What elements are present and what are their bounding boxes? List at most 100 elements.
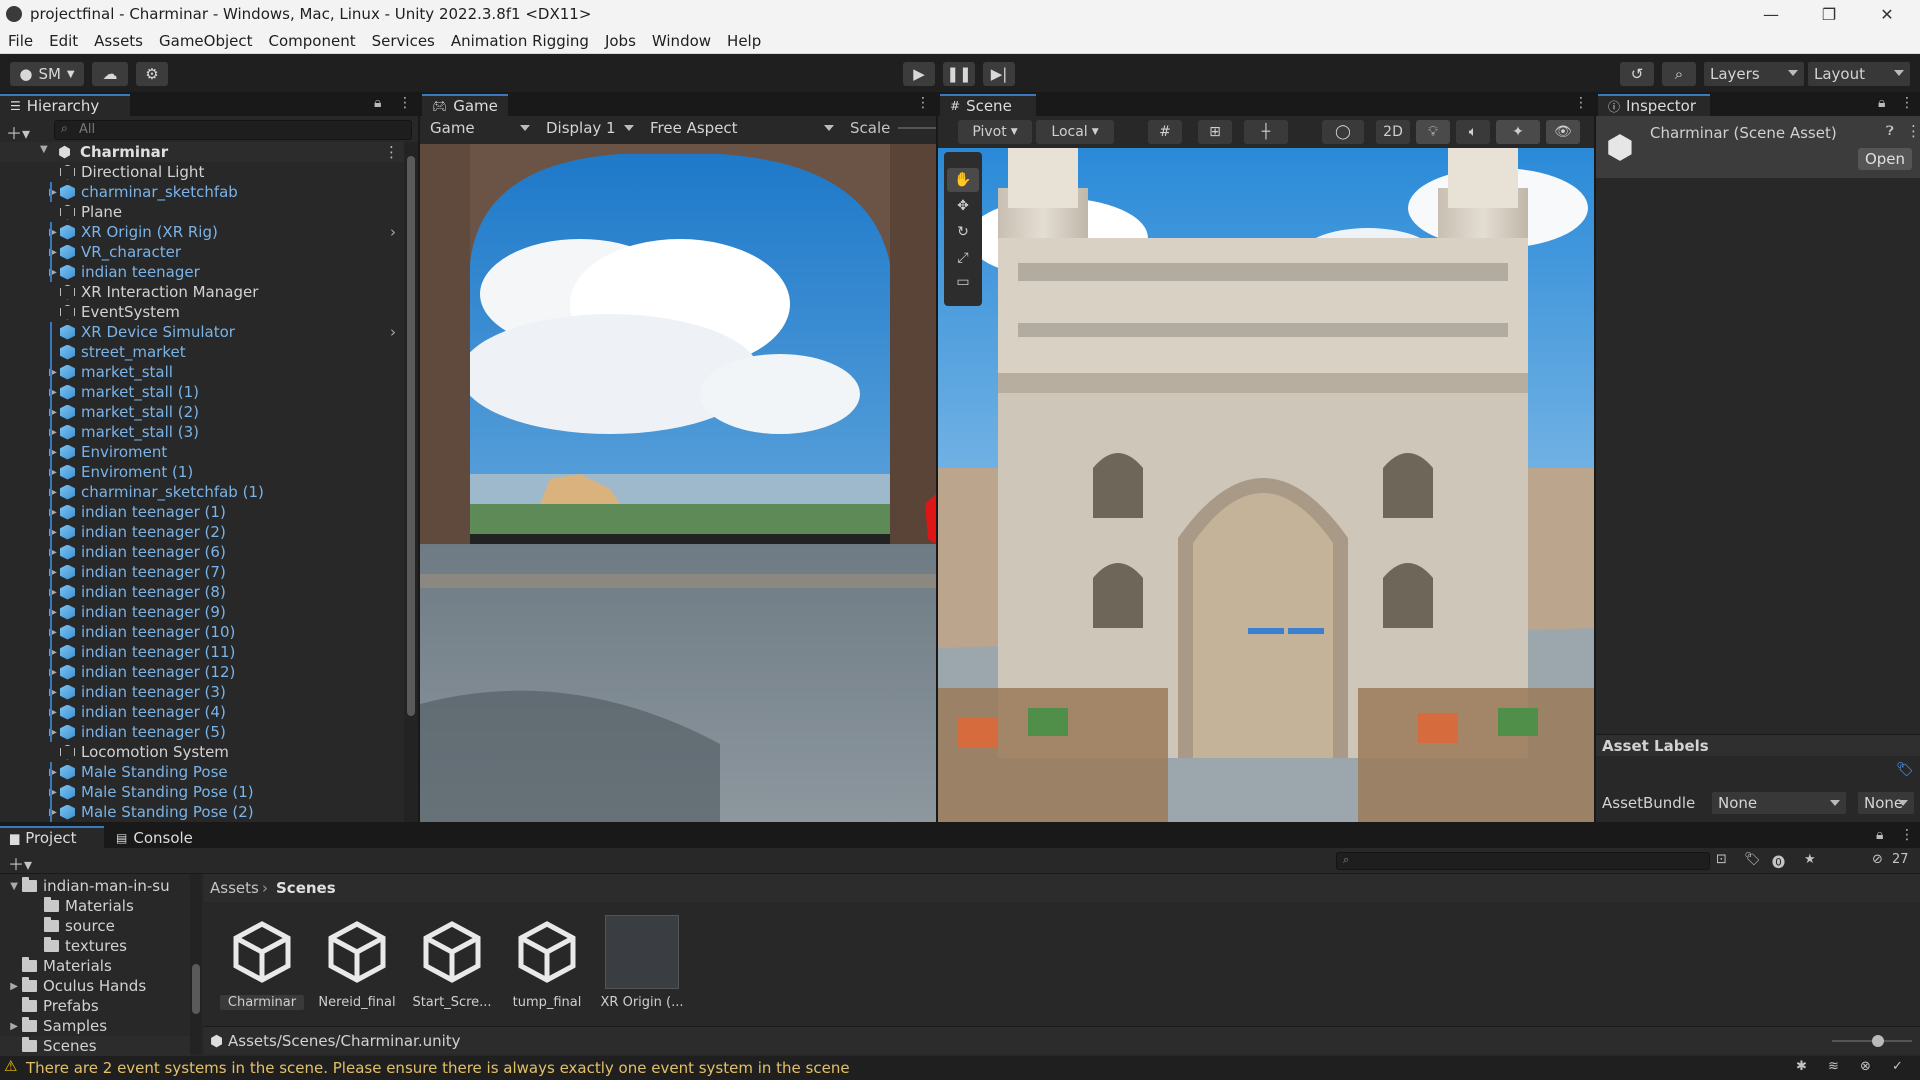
hierarchy-item[interactable]: ▶ Enviroment bbox=[0, 442, 404, 462]
rotate-tool-icon[interactable]: ↻ bbox=[947, 220, 979, 244]
layout-dropdown[interactable]: Layout bbox=[1808, 62, 1910, 86]
expand-arrow-icon[interactable]: ▶ bbox=[46, 727, 60, 738]
more-options-icon[interactable]: ⋮ bbox=[1900, 95, 1914, 111]
expand-arrow-icon[interactable]: ▶ bbox=[46, 427, 60, 438]
expand-arrow-icon[interactable]: ▶ bbox=[46, 447, 60, 458]
hierarchy-item[interactable]: ▶ indian teenager (7) bbox=[0, 562, 404, 582]
hierarchy-search-input[interactable]: ⌕ All bbox=[54, 120, 412, 140]
more-options-icon[interactable]: ⋮ bbox=[398, 95, 412, 111]
expand-arrow-icon[interactable]: ▶ bbox=[46, 787, 60, 798]
search-by-type-icon[interactable]: ⊡ bbox=[1716, 852, 1727, 867]
create-add-button[interactable]: ＋▾ bbox=[8, 851, 32, 875]
breadcrumb-assets[interactable]: Assets bbox=[210, 879, 259, 897]
expand-arrow-icon[interactable]: ▶ bbox=[46, 647, 60, 658]
expand-arrow-icon[interactable]: ▶ bbox=[0, 981, 22, 992]
step-button[interactable]: ▶| bbox=[983, 62, 1015, 86]
2d-toggle[interactable]: 2D bbox=[1376, 120, 1410, 144]
expand-arrow-icon[interactable]: ▶ bbox=[46, 267, 60, 278]
search-button[interactable]: ⌕ bbox=[1662, 62, 1696, 86]
asset-item[interactable]: Charminar bbox=[220, 915, 304, 1010]
hierarchy-item[interactable]: ▶ indian teenager (8) bbox=[0, 582, 404, 602]
expand-arrow-icon[interactable]: ▶ bbox=[46, 807, 60, 818]
menu-assets[interactable]: Assets bbox=[86, 32, 151, 50]
hierarchy-item[interactable]: Plane bbox=[0, 202, 404, 222]
favorite-star-icon[interactable]: ★ bbox=[1804, 852, 1816, 867]
rect-tool-icon[interactable]: ▭ bbox=[947, 270, 979, 294]
tab-hierarchy[interactable]: ☰ Hierarchy bbox=[0, 94, 130, 116]
display-dropdown[interactable]: Display 1 bbox=[540, 117, 640, 139]
asset-item[interactable]: Nereid_final bbox=[315, 915, 399, 1010]
minimize-button[interactable]: — bbox=[1742, 0, 1800, 28]
menu-edit[interactable]: Edit bbox=[41, 32, 86, 50]
hierarchy-item[interactable]: ▶ indian teenager (3) bbox=[0, 682, 404, 702]
project-search-input[interactable]: ⌕ bbox=[1336, 852, 1710, 870]
layers-dropdown[interactable]: Layers bbox=[1704, 62, 1804, 86]
tab-game[interactable]: 🎮︎ Game bbox=[422, 94, 508, 116]
lighting-toggle[interactable]: 💡︎ bbox=[1416, 120, 1450, 144]
scale-tool-icon[interactable]: ⤢ bbox=[947, 246, 979, 270]
hierarchy-item[interactable]: ▶ Male Standing Pose (1) bbox=[0, 782, 404, 802]
aspect-dropdown[interactable]: Free Aspect bbox=[644, 117, 840, 139]
lock-icon[interactable]: 🔒︎ bbox=[1878, 95, 1885, 111]
tab-project[interactable]: ▆ Project bbox=[0, 826, 104, 848]
scene-root-row[interactable]: ▼ ⬢ Charminar ⋮ bbox=[0, 142, 404, 162]
project-tree-scrollbar[interactable] bbox=[190, 874, 202, 1054]
expand-arrow-icon[interactable]: ▶ bbox=[46, 367, 60, 378]
chevron-right-icon[interactable]: › bbox=[390, 223, 396, 241]
effects-dropdown[interactable]: ✦ bbox=[1496, 120, 1540, 144]
expand-arrow-icon[interactable]: ▶ bbox=[46, 567, 60, 578]
close-button[interactable]: ✕ bbox=[1858, 0, 1916, 28]
hierarchy-item[interactable]: ▶ indian teenager (10) bbox=[0, 622, 404, 642]
expand-arrow-icon[interactable]: ▼ bbox=[40, 144, 48, 155]
expand-arrow-icon[interactable]: ▶ bbox=[46, 387, 60, 398]
check-icon[interactable]: ✓ bbox=[1892, 1059, 1903, 1074]
hierarchy-item[interactable]: ▶ indian teenager (6) bbox=[0, 542, 404, 562]
expand-arrow-icon[interactable]: ▶ bbox=[46, 487, 60, 498]
asset-item[interactable]: Start_Scre... bbox=[410, 915, 494, 1010]
expand-arrow-icon[interactable]: ▶ bbox=[46, 247, 60, 258]
expand-arrow-icon[interactable]: ▶ bbox=[46, 407, 60, 418]
debug-icon[interactable]: ✱ bbox=[1796, 1059, 1807, 1074]
draw-mode-dropdown[interactable]: ◯ bbox=[1322, 120, 1364, 144]
expand-arrow-icon[interactable]: ▶ bbox=[46, 767, 60, 778]
expand-arrow-icon[interactable]: ▶ bbox=[46, 527, 60, 538]
asset-item[interactable]: XR Origin (... bbox=[600, 915, 684, 1010]
menu-gameobject[interactable]: GameObject bbox=[151, 32, 261, 50]
hierarchy-item[interactable]: Locomotion System bbox=[0, 742, 404, 762]
expand-arrow-icon[interactable]: ▶ bbox=[46, 667, 60, 678]
project-tree-item[interactable]: Materials bbox=[0, 896, 190, 916]
menu-help[interactable]: Help bbox=[719, 32, 769, 50]
hierarchy-item[interactable]: ▶ indian teenager (9) bbox=[0, 602, 404, 622]
tab-inspector[interactable]: ⓘ Inspector bbox=[1598, 94, 1710, 116]
assetbundle-variant-dropdown[interactable]: None bbox=[1858, 792, 1914, 814]
expand-arrow-icon[interactable]: ▼ bbox=[0, 881, 22, 892]
menu-window[interactable]: Window bbox=[644, 32, 719, 50]
expand-arrow-icon[interactable]: ▶ bbox=[0, 1021, 22, 1032]
help-icon[interactable]: ❓︎ bbox=[1886, 124, 1894, 139]
hidden-packages-icon[interactable]: ⊘ bbox=[1872, 852, 1883, 867]
game-viewport[interactable] bbox=[420, 144, 936, 822]
label-tag-icon[interactable]: 🏷︎ bbox=[1896, 762, 1914, 778]
audio-toggle[interactable]: 🔈︎ bbox=[1456, 120, 1490, 144]
project-tree-item[interactable]: ▶ Samples bbox=[0, 1016, 190, 1036]
tab-console[interactable]: ▤ Console bbox=[106, 826, 210, 848]
increment-snap-button[interactable]: ⊞ bbox=[1198, 120, 1232, 144]
menu-services[interactable]: Services bbox=[364, 32, 443, 50]
expand-arrow-icon[interactable]: ▶ bbox=[46, 187, 60, 198]
visibility-toggle[interactable]: 👁︎ bbox=[1546, 120, 1580, 144]
tab-scene[interactable]: # Scene bbox=[940, 94, 1036, 116]
hierarchy-item[interactable]: ▶ charminar_sketchfab bbox=[0, 182, 404, 202]
hierarchy-item[interactable]: ▶ XR Origin (XR Rig) › bbox=[0, 222, 404, 242]
hierarchy-item[interactable]: ▶ market_stall (1) bbox=[0, 382, 404, 402]
project-tree-item[interactable]: textures bbox=[0, 936, 190, 956]
account-button[interactable]: ● SM ▼ bbox=[10, 62, 84, 86]
play-button[interactable]: ▶ bbox=[903, 62, 935, 86]
hierarchy-item[interactable]: street_market bbox=[0, 342, 404, 362]
hierarchy-item[interactable]: Directional Light bbox=[0, 162, 404, 182]
project-tree-item[interactable]: Prefabs bbox=[0, 996, 190, 1016]
breadcrumb-scenes[interactable]: Scenes bbox=[276, 879, 336, 897]
hand-tool-icon[interactable]: ✋ bbox=[947, 168, 979, 192]
cloud-button[interactable]: ☁ bbox=[92, 62, 128, 86]
expand-arrow-icon[interactable]: ▶ bbox=[46, 227, 60, 238]
asset-labels-header[interactable]: Asset Labels bbox=[1596, 734, 1920, 756]
